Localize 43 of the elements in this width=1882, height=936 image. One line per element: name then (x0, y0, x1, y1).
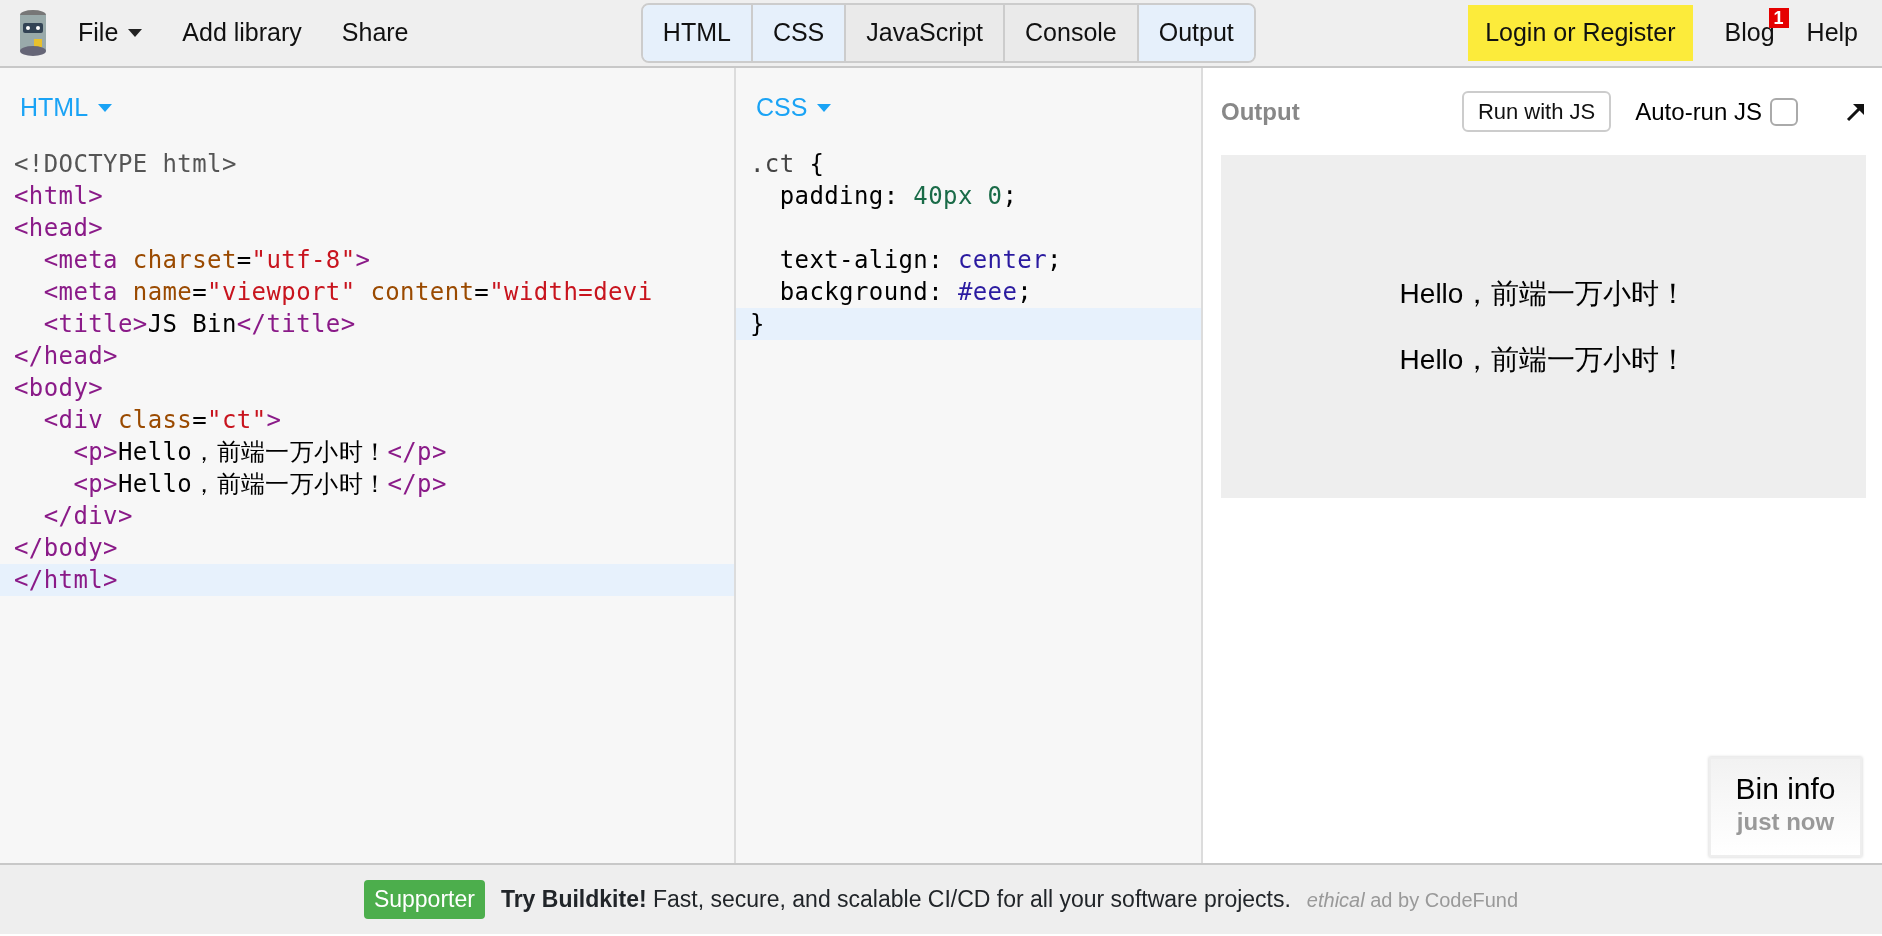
panel-tab[interactable]: Console (1005, 5, 1139, 61)
preview-text: Hello，前端一万小时！ (1399, 276, 1688, 311)
code-line: </div> (42, 501, 134, 532)
caret-icon (817, 104, 832, 112)
caret-icon (128, 29, 143, 37)
help-link[interactable]: Help (1790, 14, 1874, 52)
supporter-badge: Supporter (363, 880, 485, 919)
code-line: <div class="ct"> (42, 405, 283, 436)
panel-tab[interactable]: CSS (752, 5, 847, 61)
panel-tab[interactable]: HTML (642, 5, 753, 61)
preview-text: Hello，前端一万小时！ (1399, 342, 1688, 377)
run-button[interactable]: Run with JS (1461, 91, 1612, 132)
menu-button[interactable]: Add library (162, 14, 322, 52)
code-line: <head> (13, 213, 105, 244)
bin-info-time: just now (1736, 807, 1835, 837)
code-line: <p>Hello，前端一万小时！</p> (72, 469, 448, 500)
login-button[interactable]: Login or Register (1468, 5, 1693, 61)
panel-tab[interactable]: JavaScript (846, 5, 1005, 61)
code-line: <html> (13, 181, 105, 212)
ad-link[interactable]: Try Buildkite! Fast, secure, and scalable CI/CD for all your software projects. (500, 882, 1291, 917)
code-line: text-align: center; (778, 245, 1063, 276)
code-line: <meta charset="utf-8"> (42, 245, 372, 276)
code-line: </body> (13, 533, 119, 564)
arrow-icon[interactable] (1846, 101, 1866, 122)
caret-icon (98, 104, 113, 112)
autorun-checkbox[interactable] (1770, 97, 1798, 126)
panel-tab[interactable]: Output (1138, 5, 1254, 61)
menu-button[interactable]: File (58, 14, 163, 52)
autorun-label: Auto-run JS (1635, 96, 1762, 127)
code-line: <title>JS Bin</title> (42, 309, 357, 340)
output-title: Output (1221, 96, 1301, 127)
code-line: <body> (13, 373, 105, 404)
code-line: <meta name="viewport" content="width=devi (42, 277, 654, 308)
bin-info-panel[interactable]: Bin info just now (1709, 757, 1862, 857)
code-line: .ct { (749, 149, 826, 180)
code-line: <!DOCTYPE html> (13, 149, 238, 180)
ad-attribution: ethical ad by CodeFund (1306, 887, 1519, 913)
bin-info-title: Bin info (1735, 774, 1836, 804)
code-line: background: #eee; (778, 277, 1034, 308)
code-line: <p>Hello，前端一万小时！</p> (72, 437, 448, 468)
code-line: padding: 40px 0; (778, 181, 1019, 212)
menu-button[interactable]: Share (321, 14, 429, 52)
code-line: </head> (13, 341, 119, 372)
